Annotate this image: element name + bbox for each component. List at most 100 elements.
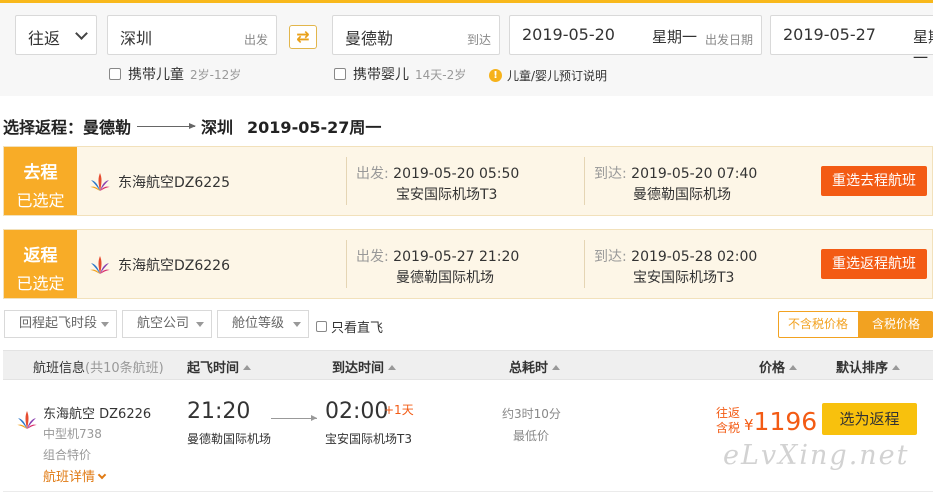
flight-airline: 东海航空 DZ6226 — [43, 407, 152, 422]
title-prefix: 选择返程：曼德勒 — [3, 118, 132, 137]
currency-symbol: ¥ — [744, 416, 754, 434]
direct-only-option[interactable]: 只看直飞 — [316, 317, 383, 336]
arrow-right-icon — [137, 122, 197, 129]
flight-arr-time: 02:00 — [325, 399, 389, 424]
leg-tag-status: 已选定 — [16, 191, 65, 210]
col-default-sort[interactable]: 默认排序 — [836, 357, 901, 376]
trip-type-select[interactable]: 往返 — [15, 15, 97, 55]
child-option[interactable]: 携带儿童 2岁-12岁 — [109, 65, 241, 83]
leg-airline: 东海航空DZ6225 — [118, 175, 230, 191]
dep-airport: 曼德勒国际机场 — [396, 270, 494, 286]
depart-date-input[interactable]: 2019-05-20 星期一 出发日期 — [509, 15, 762, 55]
direct-only-checkbox[interactable] — [316, 321, 327, 332]
col-info-label: 航班信息 — [33, 361, 86, 376]
page-title: 选择返程：曼德勒 深圳 2019-05-27周一 — [3, 114, 381, 138]
sort-up-icon — [388, 365, 397, 370]
flight-list-header: 航班信息(共10条航班) 起飞时间 到达时间 总耗时 价格 默认排序 — [3, 350, 933, 380]
flight-detail-label: 航班详情 — [43, 470, 96, 485]
dep-time: 2019-05-20 05:50 — [393, 166, 520, 182]
divider — [584, 157, 585, 205]
swap-icon[interactable]: ⇄ — [289, 25, 317, 49]
depart-weekday: 星期一 — [652, 28, 698, 46]
price-incl-tax-button[interactable]: 含税价格 — [858, 312, 933, 337]
from-city-value: 深圳 — [120, 29, 153, 48]
arr-time: 2019-05-28 02:00 — [631, 249, 758, 265]
child-checkbox[interactable] — [109, 68, 121, 80]
reselect-return-button[interactable]: 重选返程航班 — [821, 249, 927, 279]
arr-label: 到达: — [594, 249, 627, 265]
col-price-sort[interactable]: 价格 — [759, 357, 798, 376]
to-city-input[interactable]: 曼德勒 到达 — [332, 15, 500, 55]
infant-checkbox[interactable] — [334, 68, 346, 80]
airline-logo-icon — [90, 173, 110, 191]
caret-down-icon — [101, 322, 109, 327]
divider — [346, 157, 347, 205]
col-duration-label: 总耗时 — [509, 361, 549, 376]
price-value: 1196 — [753, 407, 818, 436]
sort-up-icon — [892, 365, 901, 370]
child-age: 2岁-12岁 — [190, 67, 242, 82]
flight-plane-type: 中型机738 — [43, 427, 102, 441]
col-dep-label: 起飞时间 — [187, 361, 240, 376]
leg-tag: 返程 已选定 — [4, 230, 77, 298]
info-icon: ! — [489, 69, 502, 82]
divider — [584, 240, 585, 288]
next-day-badge: +1天 — [384, 403, 414, 417]
search-panel: 往返 深圳 出发 ⇄ 曼德勒 到达 2019-05-20 星期一 出发日期 20… — [0, 0, 933, 96]
airline-logo-icon — [90, 256, 110, 274]
infant-label: 携带婴儿 — [353, 67, 409, 83]
title-city: 深圳 — [201, 118, 234, 137]
lowest-price-badge: 最低价 — [513, 429, 550, 443]
booking-note-link[interactable]: ! 儿童/婴儿预订说明 — [489, 67, 607, 84]
selected-outbound-leg: 去程 已选定 东海航空DZ6225 出发: 2019-05-20 05:50 宝… — [3, 146, 933, 216]
price-tag-tax: 含税 — [716, 421, 741, 435]
price-excl-tax-button[interactable]: 不含税价格 — [779, 312, 857, 337]
chevron-down-icon — [97, 470, 107, 480]
flight-detail-link[interactable]: 航班详情 — [43, 466, 107, 485]
dep-time: 2019-05-27 21:20 — [393, 249, 520, 265]
cabin-filter[interactable]: 舱位等级 — [217, 310, 309, 338]
col-info: 航班信息(共10条航班) — [33, 357, 164, 376]
trip-type-value: 往返 — [28, 29, 61, 48]
leg-departure: 出发: 2019-05-20 05:50 — [356, 163, 519, 183]
airline-filter[interactable]: 航空公司 — [122, 310, 212, 338]
flight-fare-tag: 组合特价 — [43, 448, 92, 462]
col-arr-sort[interactable]: 到达时间 — [332, 357, 397, 376]
leg-departure: 出发: 2019-05-27 21:20 — [356, 246, 519, 266]
flight-row: 东海航空 DZ6226 中型机738 组合特价 航班详情 21:20 曼德勒国际… — [3, 381, 933, 492]
from-city-input[interactable]: 深圳 出发 — [107, 15, 277, 55]
leg-airline: 东海航空DZ6226 — [118, 258, 230, 274]
arr-label: 到达: — [594, 166, 627, 182]
depart-date-value: 2019-05-20 — [522, 25, 615, 44]
flight-dep-airport: 曼德勒国际机场 — [187, 432, 272, 446]
leg-tag-title: 返程 — [23, 246, 58, 266]
to-city-value: 曼德勒 — [345, 29, 394, 48]
depart-date-hint: 出发日期 — [704, 33, 753, 47]
col-arr-label: 到达时间 — [332, 361, 385, 376]
caret-down-icon — [196, 322, 204, 327]
reselect-outbound-button[interactable]: 重选去程航班 — [821, 166, 927, 196]
infant-option[interactable]: 携带婴儿 14天-2岁 — [334, 65, 466, 83]
price-mode-toggle: 不含税价格 含税价格 — [778, 311, 933, 338]
flight-arr-airport: 宝安国际机场T3 — [325, 432, 412, 446]
col-duration-sort[interactable]: 总耗时 — [509, 357, 561, 376]
dep-time-filter-label: 回程起飞时段 — [19, 316, 98, 331]
arrow-right-icon — [271, 415, 317, 421]
choose-return-button[interactable]: 选为返程 — [822, 403, 917, 435]
leg-arrival: 到达: 2019-05-28 02:00 — [594, 246, 757, 266]
leg-tag-status: 已选定 — [16, 274, 65, 293]
leg-tag-title: 去程 — [23, 163, 58, 183]
return-date-input[interactable]: 2019-05-27 星期一 — [770, 15, 933, 67]
airline-filter-label: 航空公司 — [137, 316, 190, 331]
col-sort-label: 默认排序 — [836, 361, 889, 376]
arr-time: 2019-05-20 07:40 — [631, 166, 758, 182]
col-dep-sort[interactable]: 起飞时间 — [187, 357, 252, 376]
dep-time-filter[interactable]: 回程起飞时段 — [4, 310, 117, 338]
arr-airport: 宝安国际机场T3 — [633, 270, 735, 286]
dep-label: 出发: — [356, 249, 389, 265]
return-weekday: 星期一 — [913, 28, 933, 67]
price-tags: 往返 含税 — [716, 406, 740, 436]
direct-only-label: 只看直飞 — [331, 321, 384, 336]
flight-price: ¥1196 — [744, 407, 817, 436]
sort-up-icon — [243, 365, 252, 370]
